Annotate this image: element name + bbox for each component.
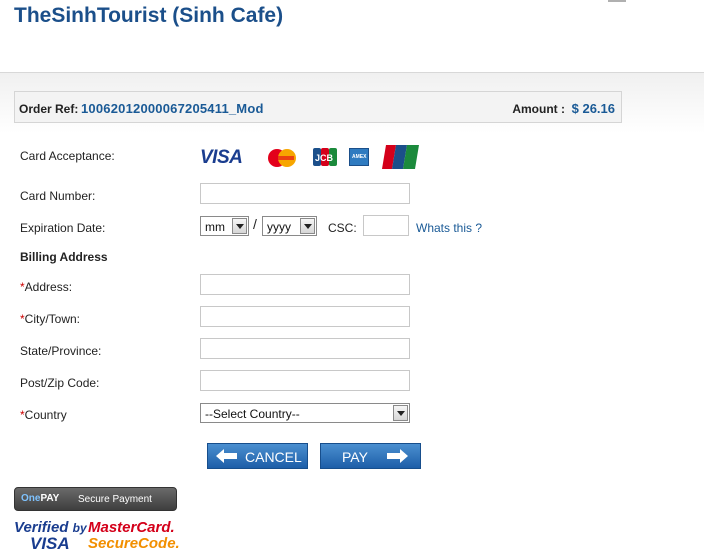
city-label: *City/Town: xyxy=(20,312,81,326)
year-select-value: yyyy xyxy=(267,220,291,234)
chevron-down-icon[interactable] xyxy=(232,218,247,234)
year-select[interactable]: yyyy xyxy=(262,216,317,236)
order-ref-label: Order Ref: xyxy=(19,102,79,116)
amex-logo: AMEX xyxy=(349,148,369,166)
address-label: *Address: xyxy=(20,280,73,294)
card-number-label: Card Number: xyxy=(20,189,96,203)
address-input[interactable] xyxy=(200,274,410,295)
country-label: *Country xyxy=(20,408,67,422)
chevron-down-icon[interactable] xyxy=(393,405,408,421)
date-separator: / xyxy=(253,216,257,232)
arrow-left-icon xyxy=(216,449,237,463)
zip-label: Post/Zip Code: xyxy=(20,376,100,390)
order-bar: Order Ref: 10062012000067205411_Mod Amou… xyxy=(14,91,622,123)
amount-value: $ 26.16 xyxy=(571,101,615,116)
country-select[interactable]: --Select Country-- xyxy=(200,403,410,423)
csc-label: CSC: xyxy=(328,221,357,235)
order-ref-value: 10062012000067205411_Mod xyxy=(81,101,264,116)
arrow-right-icon xyxy=(387,449,408,463)
billing-address-heading: Billing Address xyxy=(20,250,108,264)
verified-by-visa-logo: Verified by VISA xyxy=(14,519,87,553)
pay-button[interactable]: PAY xyxy=(320,443,421,469)
csc-input[interactable] xyxy=(363,215,409,236)
onepay-badge: OnePAY Secure Payment xyxy=(14,487,177,511)
state-input[interactable] xyxy=(200,338,410,359)
chevron-down-icon[interactable] xyxy=(300,218,315,234)
amount-label: Amount : xyxy=(512,102,565,116)
whats-this-link[interactable]: Whats this ? xyxy=(416,221,482,235)
visa-logo: VISA xyxy=(200,147,243,168)
zip-input[interactable] xyxy=(200,370,410,391)
card-number-input[interactable] xyxy=(200,183,410,204)
country-select-value: --Select Country-- xyxy=(205,407,300,421)
onepay-logo: OnePAY xyxy=(21,493,60,504)
mastercard-logo xyxy=(268,149,296,167)
svg-text:JCB: JCB xyxy=(315,153,334,163)
month-select-value: mm xyxy=(205,220,225,234)
card-acceptance-label: Card Acceptance: xyxy=(20,149,115,163)
cancel-button[interactable]: CANCEL xyxy=(207,443,308,469)
month-select[interactable]: mm xyxy=(200,216,249,236)
site-title: TheSinhTourist (Sinh Cafe) xyxy=(14,4,284,27)
unionpay-logo xyxy=(382,145,419,169)
state-label: State/Province: xyxy=(20,344,102,358)
jcb-logo: JCB xyxy=(313,148,337,166)
corner-mark xyxy=(608,0,626,2)
expiration-date-label: Expiration Date: xyxy=(20,221,106,235)
mastercard-securecode-logo: MasterCard. SecureCode. xyxy=(88,519,180,552)
secure-payment-text: Secure Payment xyxy=(78,494,152,505)
city-input[interactable] xyxy=(200,306,410,327)
